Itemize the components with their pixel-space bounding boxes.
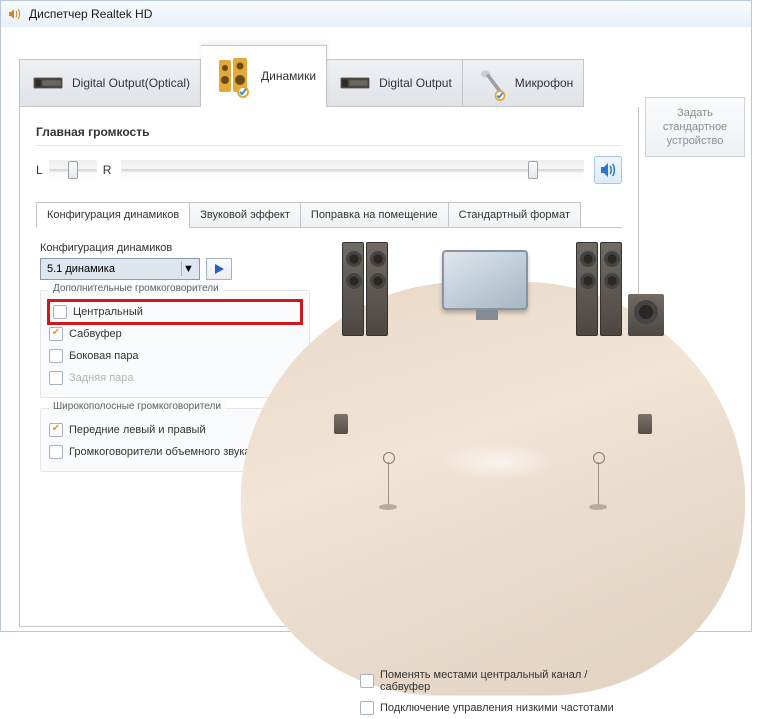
speaker-config-dropdown[interactable]: 5.1 динамика ▼ [40,258,200,280]
button-label: Задать стандартное устройство [650,106,740,149]
main-volume-slider[interactable] [121,160,584,180]
balance-left-label: L [36,163,43,177]
speakers-panel: Главная громкость L R [19,107,639,627]
balance-slider[interactable] [49,160,97,180]
tab-label: Микрофон [515,76,573,90]
device-icon [337,65,373,101]
mute-button[interactable] [594,156,622,184]
test-play-button[interactable] [206,258,232,280]
tab-microphone[interactable]: Микрофон [463,59,584,107]
tab-label: Digital Output(Optical) [72,76,190,90]
checkbox-label: Центральный [73,306,143,318]
checkbox-bass-management[interactable]: Подключение управления низкими частотами [360,697,638,719]
titlebar: Диспетчер Realtek HD [1,1,751,27]
checkbox-rear-pair: Задняя пара [49,367,301,389]
subtab-room-correction[interactable]: Поправка на помещение [300,202,449,227]
subtab-sound-effect[interactable]: Звуковой эффект [189,202,301,227]
tab-speakers[interactable]: Динамики [201,45,327,107]
tab-digital-output[interactable]: Digital Output [327,59,463,107]
subtab-default-format[interactable]: Стандартный формат [448,202,581,227]
speaker-config-label: Конфигурация динамиков [40,242,310,254]
main-volume-title: Главная громкость [36,125,622,139]
checkbox-label: Боковая пара [69,350,139,362]
group-title: Дополнительные громкоговорители [49,283,223,294]
balance-control[interactable]: L R [36,160,111,180]
checkbox-label: Громкоговорители объемного звука [69,446,251,458]
tab-label: Динамики [261,69,316,83]
tab-digital-output-optical[interactable]: Digital Output(Optical) [19,59,201,107]
set-default-device-button[interactable]: Задать стандартное устройство [645,97,745,157]
device-tabs: Digital Output(Optical) Динамики [19,45,639,107]
device-icon [30,65,66,101]
volume-icon [7,6,23,22]
checkbox-subwoofer[interactable]: Сабвуфер [49,323,301,345]
content: Digital Output(Optical) Динамики [1,27,751,627]
speaker-layout-visual[interactable] [318,242,618,482]
extra-speakers-group: Дополнительные громкоговорители Централь… [40,290,310,398]
checkbox-label: Задняя пара [69,372,134,384]
microphone-icon [473,65,509,101]
window-title: Диспетчер Realtek HD [29,7,152,21]
speakers-icon [211,54,255,98]
subtab-speaker-config[interactable]: Конфигурация динамиков [36,202,190,228]
checkbox-label: Передние левый и правый [69,424,206,436]
chevron-down-icon: ▼ [181,262,195,276]
checkbox-label: Сабвуфер [69,328,122,340]
checkbox-side-pair[interactable]: Боковая пара [49,345,301,367]
main-volume-group: Главная громкость L R [36,125,622,184]
group-title: Широкополосные громкоговорители [49,401,225,412]
checkbox-label: Поменять местами центральный канал / саб… [380,669,638,693]
checkbox-center[interactable]: Центральный [49,301,301,323]
tab-label: Digital Output [379,76,452,90]
realtek-window: Диспетчер Realtek HD Digital Output(Opti… [0,0,752,632]
checkbox-label: Подключение управления низкими частотами [380,702,614,714]
subtabs: Конфигурация динамиков Звуковой эффект П… [36,202,622,228]
bottom-options: Поменять местами центральный канал / саб… [360,665,638,719]
checkbox-swap-center-sub[interactable]: Поменять местами центральный канал / саб… [360,665,638,697]
dropdown-value: 5.1 динамика [47,263,115,275]
balance-right-label: R [103,163,112,177]
